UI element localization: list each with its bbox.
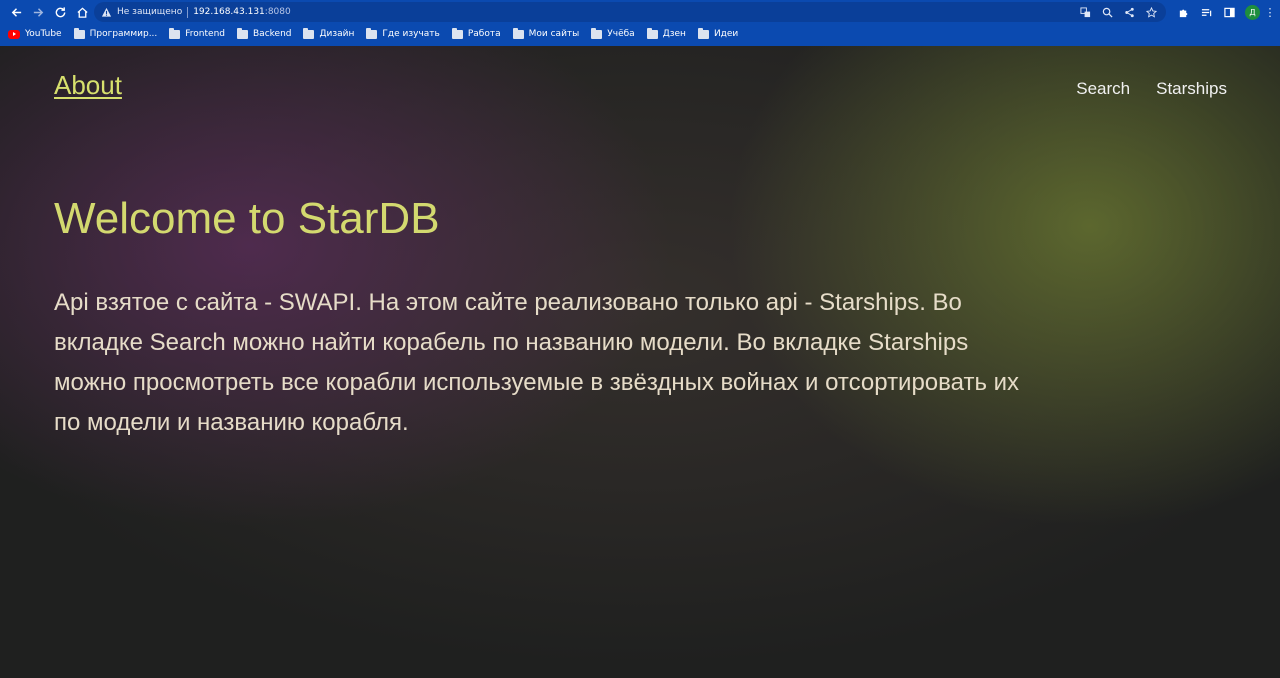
arrow-left-icon xyxy=(11,7,21,17)
bookmark-label: Frontend xyxy=(185,29,225,39)
bookmark-folder[interactable]: Мои сайты xyxy=(512,27,580,39)
home-icon xyxy=(76,6,88,18)
about-link[interactable]: About xyxy=(54,70,122,101)
bookmark-folder[interactable]: Дизайн xyxy=(303,27,355,39)
bookmark-folder[interactable]: Backend xyxy=(237,27,292,39)
folder-icon xyxy=(366,27,378,39)
translate-icon[interactable] xyxy=(1079,6,1092,19)
bookmark-folder[interactable]: Учёба xyxy=(591,27,635,39)
arrow-right-icon xyxy=(33,7,43,17)
folder-icon xyxy=(591,27,603,39)
bookmarks-bar: YouTube Программир... Frontend Backend Д… xyxy=(0,24,1280,44)
nav-search-link[interactable]: Search xyxy=(1076,79,1130,99)
bookmark-folder[interactable]: Идеи xyxy=(697,27,739,39)
reading-list-icon[interactable] xyxy=(1199,5,1213,19)
bookmark-label: Мои сайты xyxy=(528,29,580,39)
url-port[interactable]: :8080 xyxy=(265,7,291,17)
bookmark-label: Программир... xyxy=(89,29,158,39)
bookmark-folder[interactable]: Работа xyxy=(451,27,501,39)
bookmark-label: Учёба xyxy=(607,29,635,39)
bookmark-folder[interactable]: Программир... xyxy=(73,27,158,39)
bookmark-label: YouTube xyxy=(25,29,62,39)
toolbar-actions: Д xyxy=(1176,2,1260,22)
browser-chrome: Не защищено 192.168.43.131:8080 Д ⋮ You… xyxy=(0,0,1280,46)
address-separator xyxy=(187,6,189,18)
folder-icon xyxy=(646,27,658,39)
folder-icon xyxy=(512,27,524,39)
share-icon[interactable] xyxy=(1123,6,1136,19)
site-nav: Search Starships xyxy=(1076,79,1227,99)
bookmark-label: Идеи xyxy=(713,29,739,39)
side-panel-icon[interactable] xyxy=(1222,5,1236,19)
extensions-icon[interactable] xyxy=(1176,5,1190,19)
page-title: Welcome to StarDB xyxy=(54,194,440,243)
bookmark-folder[interactable]: Frontend xyxy=(169,27,225,39)
profile-avatar[interactable]: Д xyxy=(1245,4,1260,20)
folder-icon xyxy=(451,27,463,39)
reload-icon xyxy=(55,6,65,17)
folder-icon xyxy=(169,27,181,39)
bookmark-label: Backend xyxy=(253,29,292,39)
nav-starships-link[interactable]: Starships xyxy=(1156,79,1227,99)
reload-button[interactable] xyxy=(50,2,70,22)
folder-icon xyxy=(303,27,315,39)
intro-paragraph: Api взятое с сайта - SWAPI. На этом сайт… xyxy=(54,289,1020,436)
bookmark-label: Где изучать xyxy=(382,29,440,39)
bookmark-folder[interactable]: Дзен xyxy=(646,27,686,39)
folder-icon xyxy=(697,27,709,39)
home-button[interactable] xyxy=(72,2,92,22)
url-host[interactable]: 192.168.43.131 xyxy=(193,7,265,17)
bookmark-folder[interactable]: Где изучать xyxy=(366,27,440,39)
warning-icon[interactable] xyxy=(100,6,112,18)
address-bar[interactable]: Не защищено 192.168.43.131:8080 xyxy=(94,2,1166,22)
back-button[interactable] xyxy=(6,2,26,22)
bookmark-star-icon[interactable] xyxy=(1145,6,1158,19)
zoom-icon[interactable] xyxy=(1101,6,1114,19)
forward-button[interactable] xyxy=(28,2,48,22)
address-bar-actions xyxy=(1079,2,1158,22)
folder-icon xyxy=(237,27,248,39)
folder-icon xyxy=(73,27,85,39)
youtube-icon xyxy=(8,29,20,39)
bookmark-label: Дизайн xyxy=(319,29,355,39)
browser-toolbar: Не защищено 192.168.43.131:8080 Д ⋮ xyxy=(0,0,1280,24)
bookmark-label: Работа xyxy=(467,29,501,39)
web-page: About Search Starships Welcome to StarDB… xyxy=(0,46,1280,678)
insecure-label[interactable]: Не защищено xyxy=(117,7,182,17)
bookmark-label: Дзен xyxy=(662,29,686,39)
menu-dots-icon[interactable]: ⋮ xyxy=(1265,4,1276,20)
bookmark-youtube[interactable]: YouTube xyxy=(8,29,62,39)
